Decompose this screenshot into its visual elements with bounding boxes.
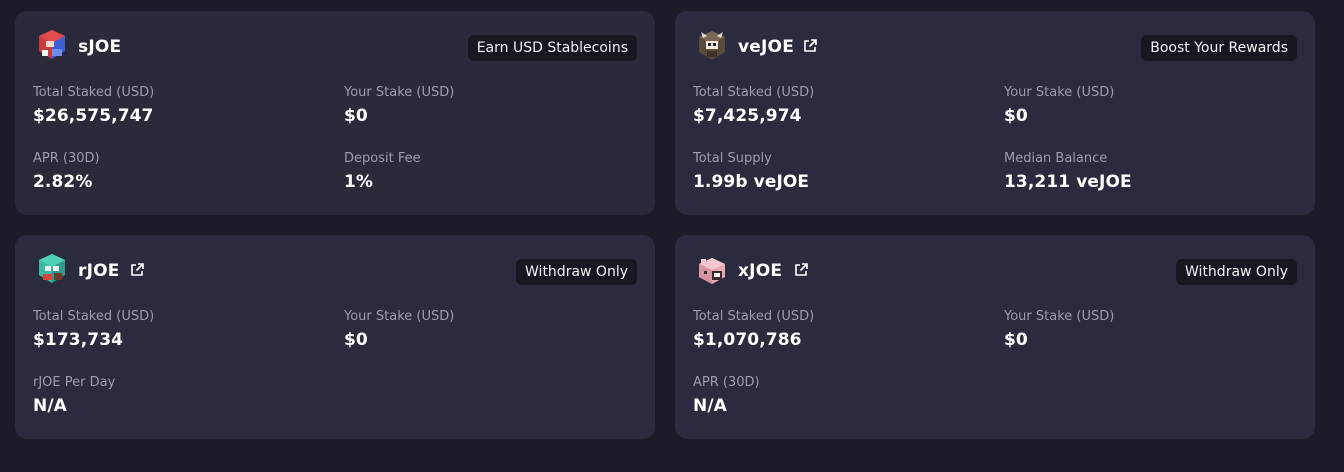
stat-total-staked: Total Staked (USD) $7,425,974: [693, 85, 814, 126]
staking-card-sjoe[interactable]: sJOE Earn USD Stablecoins Total Staked (…: [15, 11, 655, 215]
stat-apr: APR (30D) N/A: [693, 375, 760, 416]
stat-label: rJOE Per Day: [33, 375, 116, 390]
stat-total-staked: Total Staked (USD) $26,575,747: [33, 85, 154, 126]
sjoe-token-icon: [39, 30, 65, 59]
stat-value: $7,425,974: [693, 106, 802, 126]
token-name: rJOE: [78, 261, 120, 281]
stat-value: 1%: [344, 172, 374, 192]
stat-value: $0: [344, 330, 368, 350]
stat-label: Total Staked (USD): [33, 85, 155, 100]
stat-label: Total Supply: [693, 151, 772, 166]
earn-usd-stablecoins-badge: Earn USD Stablecoins: [467, 35, 637, 61]
stat-value: 13,211 veJOE: [1004, 172, 1132, 192]
stat-deposit-fee: Deposit Fee 1%: [344, 151, 421, 192]
stat-value: $0: [344, 106, 368, 126]
stat-total-staked: Total Staked (USD) $1,070,786: [693, 309, 814, 350]
card-header: sJOE Earn USD Stablecoins: [33, 29, 637, 67]
stat-value: 2.82%: [33, 172, 93, 192]
token-name: xJOE: [738, 261, 783, 281]
stat-label: Deposit Fee: [344, 151, 421, 166]
stat-your-stake: Your Stake (USD) $0: [1004, 85, 1114, 126]
stat-total-staked: Total Staked (USD) $173,734: [33, 309, 154, 350]
stat-label: APR (30D): [693, 375, 760, 390]
card-header: rJOE Withdraw Only: [33, 253, 637, 291]
token-name: sJOE: [78, 37, 122, 57]
stat-label: Your Stake (USD): [1004, 85, 1115, 100]
stat-value: $0: [1004, 330, 1028, 350]
external-link-icon[interactable]: [802, 38, 818, 54]
stat-label: Your Stake (USD): [344, 85, 455, 100]
stat-label: APR (30D): [33, 151, 100, 166]
stat-rjoe-per-day: rJOE Per Day N/A: [33, 375, 115, 416]
card-header: veJOE Boost Your Rewards: [693, 29, 1297, 67]
stat-median-balance: Median Balance 13,211 veJOE: [1004, 151, 1132, 192]
boost-your-rewards-badge: Boost Your Rewards: [1141, 35, 1297, 61]
stat-value: N/A: [693, 396, 727, 416]
xjoe-token-icon: [699, 258, 725, 284]
external-link-icon[interactable]: [129, 262, 145, 278]
stat-total-supply: Total Supply 1.99b veJOE: [693, 151, 809, 192]
stat-your-stake: Your Stake (USD) $0: [344, 309, 454, 350]
stat-value: $0: [1004, 106, 1028, 126]
token-name: veJOE: [738, 37, 795, 57]
staking-card-rjoe[interactable]: rJOE Withdraw Only Total Staked (USD) $1…: [15, 235, 655, 439]
stat-value: N/A: [33, 396, 67, 416]
stat-label: Total Staked (USD): [693, 309, 815, 324]
stat-label: Your Stake (USD): [1004, 309, 1115, 324]
stat-value: $1,070,786: [693, 330, 802, 350]
external-link-icon[interactable]: [793, 262, 809, 278]
stat-your-stake: Your Stake (USD) $0: [344, 85, 454, 126]
staking-card-vejoe[interactable]: veJOE Boost Your Rewards Total Staked (U…: [675, 11, 1315, 215]
stat-your-stake: Your Stake (USD) $0: [1004, 309, 1114, 350]
vejoe-token-icon: [699, 31, 725, 60]
stat-apr: APR (30D) 2.82%: [33, 151, 100, 192]
stat-label: Your Stake (USD): [344, 309, 455, 324]
stat-label: Median Balance: [1004, 151, 1108, 166]
withdraw-only-badge: Withdraw Only: [516, 259, 637, 285]
stat-label: Total Staked (USD): [693, 85, 815, 100]
stat-label: Total Staked (USD): [33, 309, 155, 324]
card-header: xJOE Withdraw Only: [693, 253, 1297, 291]
staking-card-xjoe[interactable]: xJOE Withdraw Only Total Staked (USD) $1…: [675, 235, 1315, 439]
stat-value: 1.99b veJOE: [693, 172, 810, 192]
rjoe-token-icon: [39, 254, 65, 283]
stat-value: $173,734: [33, 330, 124, 350]
stat-value: $26,575,747: [33, 106, 154, 126]
withdraw-only-badge: Withdraw Only: [1176, 259, 1297, 285]
